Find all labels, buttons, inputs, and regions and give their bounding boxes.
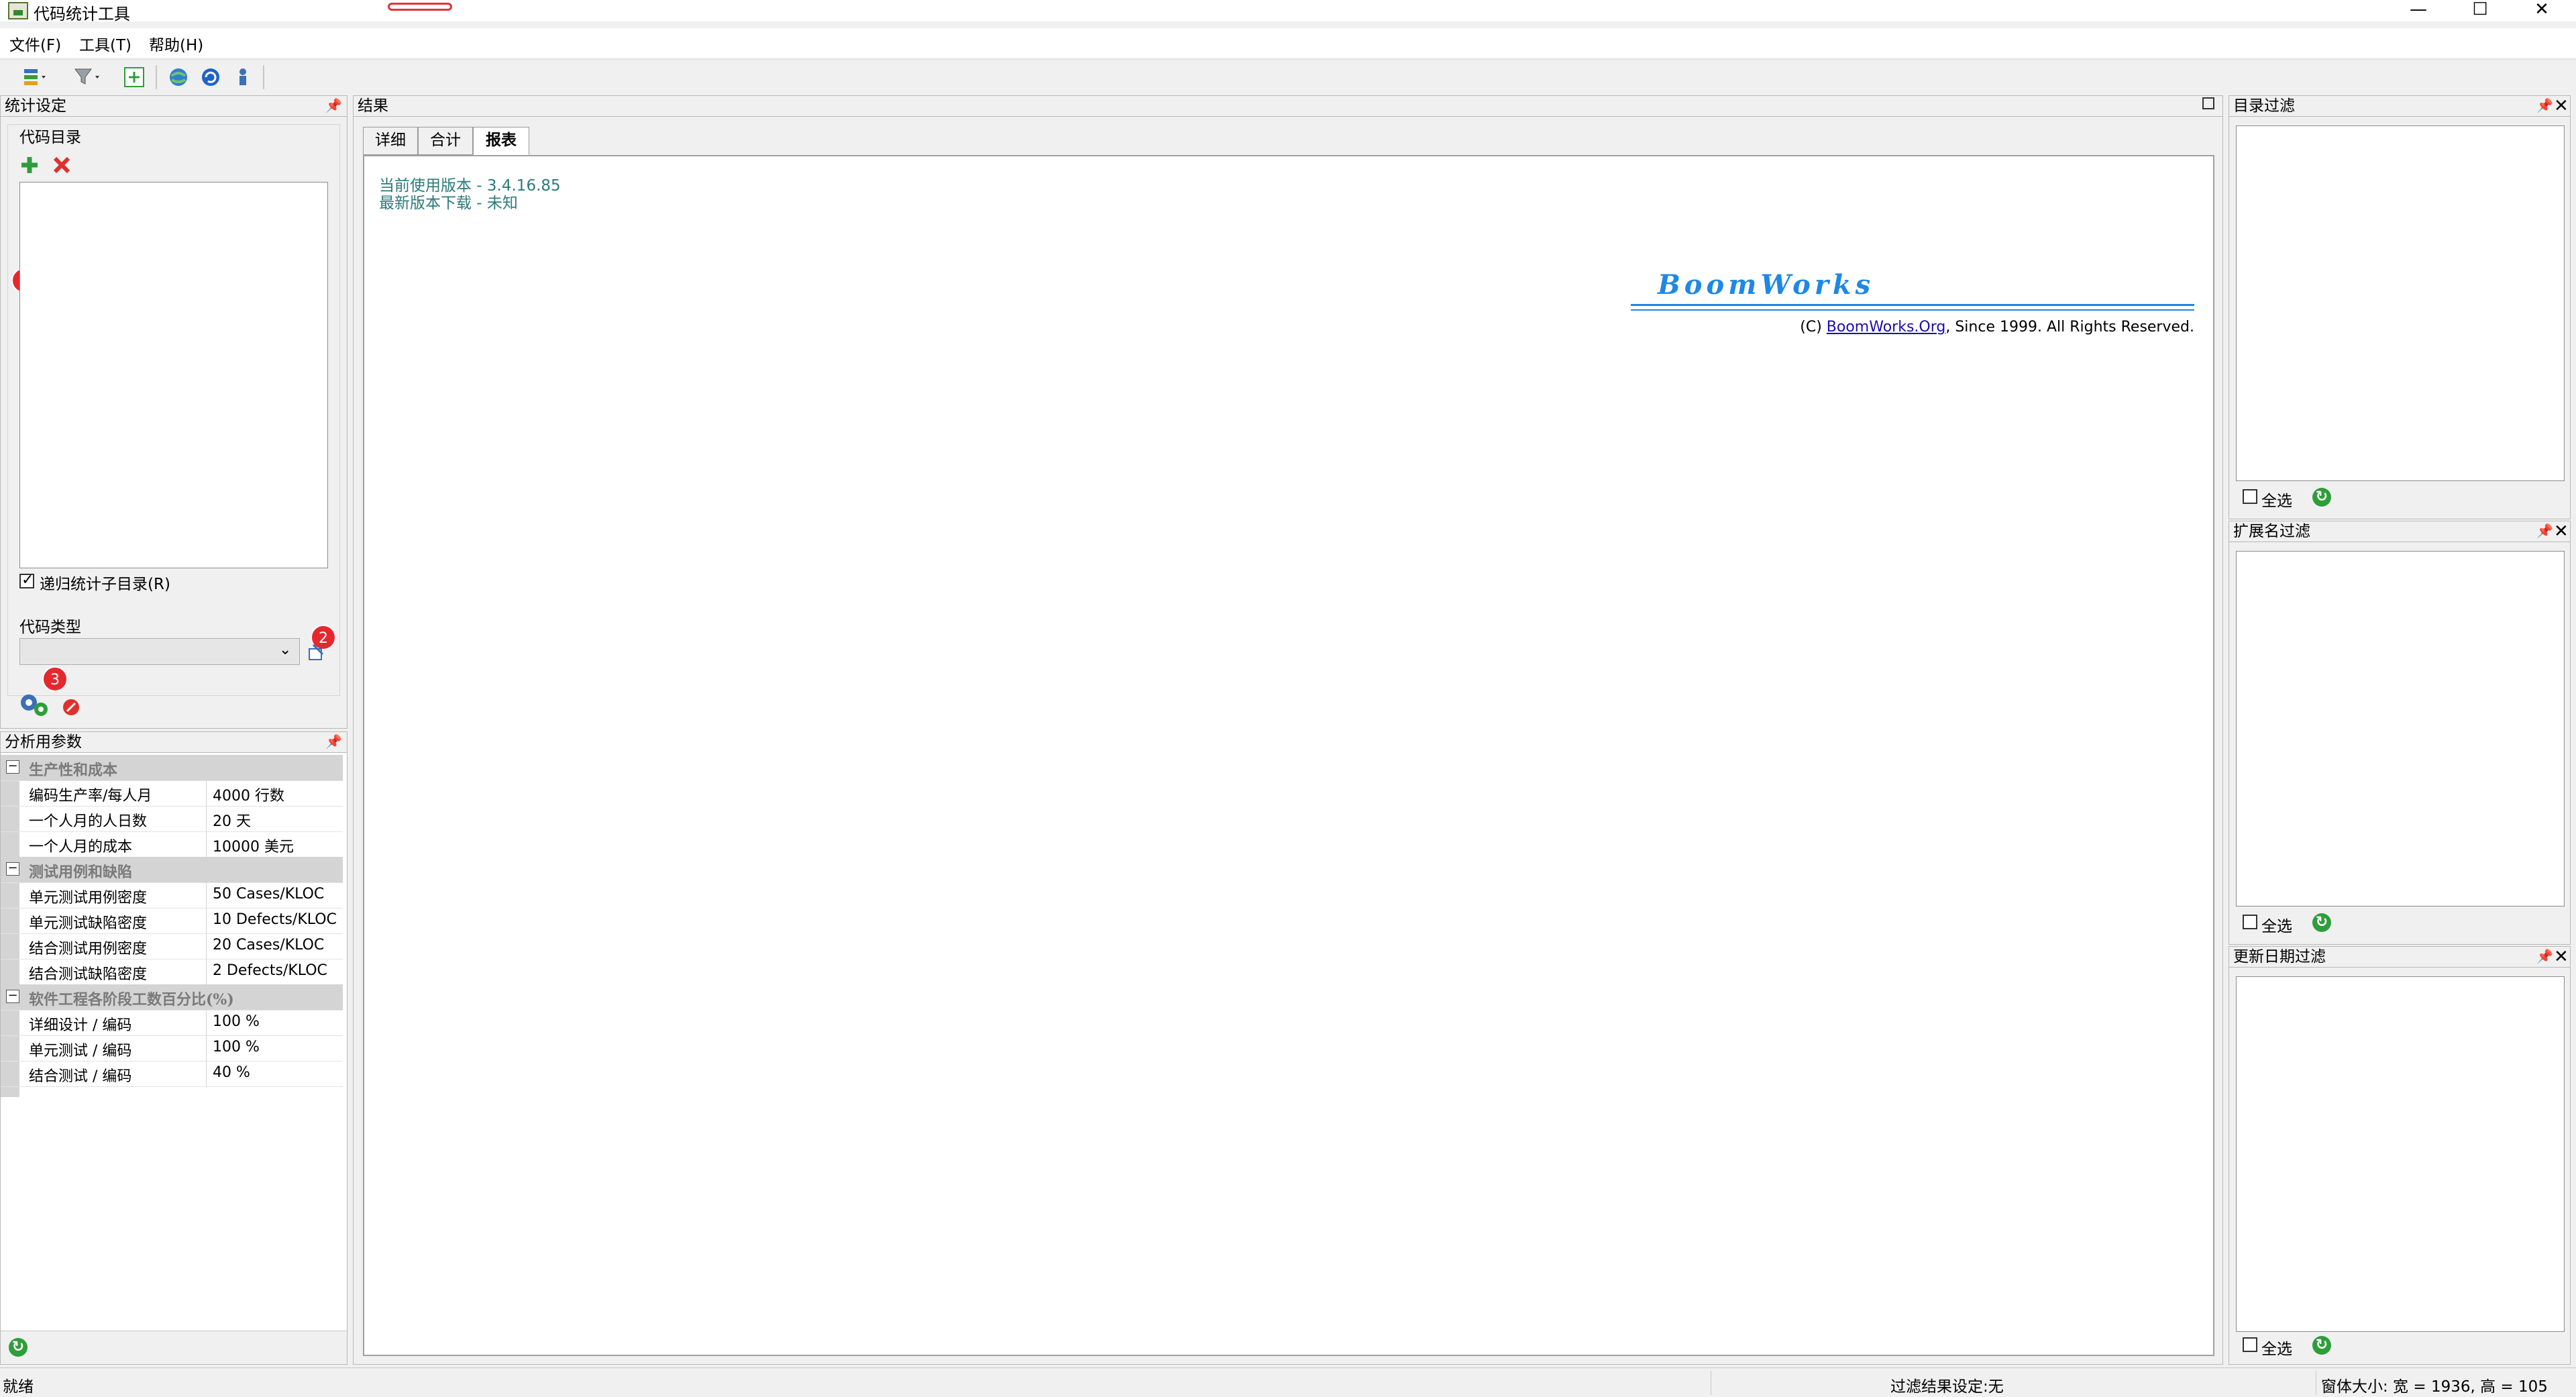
- title-bar: 代码统计工具 — ☐ ✕: [0, 0, 2576, 23]
- status-window-size: 窗体大小: 宽 = 1936, 高 = 105: [2321, 1378, 2548, 1396]
- add-dir-icon[interactable]: [19, 155, 40, 175]
- pin-icon[interactable]: 📌: [2536, 948, 2553, 964]
- close-panel-icon[interactable]: ✕: [2554, 96, 2569, 116]
- date-filter-panel: 更新日期过滤 📌 ✕ 全选 ↻: [2229, 946, 2571, 1365]
- minimize-button[interactable]: —: [2388, 0, 2449, 21]
- about-icon[interactable]: [232, 66, 254, 88]
- property-row[interactable]: 结合测试用例密度 20 Cases/KLOC: [1, 933, 343, 960]
- property-row[interactable]: 单元测试 / 编码 100 %: [1, 1035, 343, 1062]
- title-highlight-marker: [388, 3, 452, 11]
- dir-filter-title: 目录过滤: [2229, 96, 2570, 117]
- property-grid: − 生产性和成本 编码生产率/每人月 4000 行数 一个人月的人日数 20 天 一…: [1, 755, 347, 1329]
- property-category[interactable]: − 软件工程各阶段工数百分比(%): [1, 984, 343, 1011]
- callout-badge-3: 3: [42, 666, 68, 692]
- status-bar: 就绪 过滤结果设定:无 窗体大小: 宽 = 1936, 高 = 105: [0, 1367, 2576, 1397]
- analysis-footer: ↻: [1, 1331, 347, 1364]
- maximize-button[interactable]: ☐: [2450, 0, 2510, 21]
- code-type-label: 代码类型: [19, 619, 81, 636]
- status-ready: 就绪: [3, 1378, 34, 1396]
- date-select-all-checkbox[interactable]: [2243, 1337, 2257, 1352]
- menu-file[interactable]: 文件(F): [9, 32, 61, 55]
- property-category[interactable]: − 测试用例和缺陷: [1, 857, 343, 883]
- copyright-line: (C) BoomWorks.Org, Since 1999. All Right…: [1800, 319, 2194, 335]
- pin-icon[interactable]: 📌: [325, 733, 342, 749]
- dir-refresh-icon[interactable]: ↻: [2312, 488, 2331, 507]
- code-dir-label: 代码目录: [19, 129, 81, 146]
- date-refresh-icon[interactable]: ↻: [2312, 1336, 2331, 1355]
- collapse-icon[interactable]: −: [6, 760, 19, 774]
- results-panel-title: 结果: [354, 96, 2222, 117]
- toolbar-separator: [263, 65, 264, 89]
- report-view: 当前使用版本 - 3.4.16.85 最新版本下载 - 未知 BoomWorks…: [363, 155, 2214, 1356]
- code-type-dropdown[interactable]: ⌄: [19, 638, 300, 665]
- property-row[interactable]: 详细设计 / 编码 100 %: [1, 1010, 343, 1036]
- toolbar: [0, 59, 2576, 94]
- collapse-icon[interactable]: −: [6, 990, 19, 1003]
- dir-filter-panel: 目录过滤 📌 ✕ 全选 ↻: [2229, 95, 2571, 519]
- app-icon: [8, 2, 28, 19]
- remove-dir-icon[interactable]: [52, 155, 72, 175]
- recursive-label: 递归统计子目录(R): [40, 576, 170, 593]
- property-row[interactable]: 单元测试缺陷密度 10 Defects/KLOC: [1, 908, 343, 934]
- results-tabs: 详细 合计 报表: [363, 127, 2214, 155]
- results-panel: 结果 详细 合计 报表 当前使用版本 - 3.4.16.85 最新版本下载 - …: [353, 95, 2223, 1365]
- close-panel-icon[interactable]: ✕: [2554, 521, 2569, 541]
- update-icon[interactable]: [200, 66, 221, 88]
- list-view-icon[interactable]: [23, 66, 50, 88]
- close-panel-icon[interactable]: ✕: [2554, 947, 2569, 967]
- tab-total[interactable]: 合计: [418, 127, 473, 155]
- analysis-panel-title: 分析用参数: [1, 732, 347, 753]
- property-row[interactable]: 编码生产率/每人月 4000 行数: [1, 780, 343, 807]
- latest-version-line[interactable]: 最新版本下载 - 未知: [379, 190, 518, 213]
- chevron-down-icon: ⌄: [279, 641, 292, 658]
- property-row[interactable]: 结合测试 / 编码 40 %: [1, 1061, 343, 1087]
- ext-select-all-checkbox[interactable]: [2243, 915, 2257, 929]
- collapse-icon[interactable]: −: [6, 862, 19, 876]
- boomworks-link[interactable]: BoomWorks.Org: [1827, 319, 1946, 335]
- ext-filter-panel: 扩展名过滤 📌 ✕ 全选 ↻: [2229, 521, 2571, 945]
- menu-help[interactable]: 帮助(H): [149, 32, 203, 55]
- ext-filter-list[interactable]: [2236, 551, 2565, 907]
- reset-params-icon[interactable]: ↻: [9, 1338, 28, 1357]
- property-row[interactable]: 一个人月的人日数 20 天: [1, 806, 343, 832]
- recursive-checkbox[interactable]: [19, 572, 34, 588]
- dir-select-all-label: 全选: [2261, 493, 2292, 510]
- ext-refresh-icon[interactable]: ↻: [2312, 913, 2331, 932]
- property-row[interactable]: 一个人月的成本 10000 美元: [1, 831, 343, 858]
- dir-filter-list[interactable]: [2236, 125, 2565, 481]
- window-title: 代码统计工具: [34, 5, 130, 23]
- status-filter: 过滤结果设定:无: [1890, 1378, 2004, 1396]
- code-dir-list[interactable]: [19, 182, 328, 568]
- globe-icon[interactable]: [168, 66, 189, 88]
- property-row[interactable]: 结合测试缺陷密度 2 Defects/KLOC: [1, 959, 343, 985]
- settings-panel: 统计设定 📌 代码目录 1 递归统计子目录(R) 代码类型 ⌄ 2 3: [0, 95, 347, 729]
- maximize-panel-icon[interactable]: [2202, 97, 2214, 109]
- settings-panel-title: 统计设定: [1, 96, 347, 117]
- property-row[interactable]: 单元测试用例密度 50 Cases/KLOC: [1, 882, 343, 909]
- toolbar-separator: [156, 65, 157, 89]
- ext-filter-title: 扩展名过滤: [2229, 521, 2570, 542]
- pin-icon[interactable]: 📌: [325, 97, 342, 113]
- menu-bar: 文件(F) 工具(T) 帮助(H): [0, 28, 2576, 58]
- stop-icon[interactable]: [61, 697, 81, 717]
- date-filter-title: 更新日期过滤: [2229, 947, 2570, 968]
- dir-select-all-checkbox[interactable]: [2243, 489, 2257, 504]
- ext-select-all-label: 全选: [2261, 918, 2292, 935]
- pin-icon[interactable]: 📌: [2536, 97, 2553, 113]
- property-category[interactable]: − 生产性和成本: [1, 755, 343, 781]
- pin-icon[interactable]: 📌: [2536, 523, 2553, 539]
- start-count-icon[interactable]: [18, 690, 52, 720]
- analysis-panel: 分析用参数 📌 − 生产性和成本 编码生产率/每人月 4000 行数 一个人月的人…: [0, 731, 347, 1365]
- expand-icon[interactable]: [123, 66, 145, 88]
- boomworks-logo: BoomWorks: [1631, 269, 2194, 311]
- tab-detail[interactable]: 详细: [363, 127, 418, 155]
- close-button[interactable]: ✕: [2512, 0, 2572, 21]
- tab-report[interactable]: 报表: [473, 127, 529, 155]
- date-filter-list[interactable]: [2236, 976, 2565, 1332]
- edit-code-type-icon[interactable]: [307, 642, 327, 662]
- filter-icon[interactable]: [72, 66, 103, 88]
- date-select-all-label: 全选: [2261, 1341, 2292, 1358]
- menu-tools[interactable]: 工具(T): [79, 32, 131, 55]
